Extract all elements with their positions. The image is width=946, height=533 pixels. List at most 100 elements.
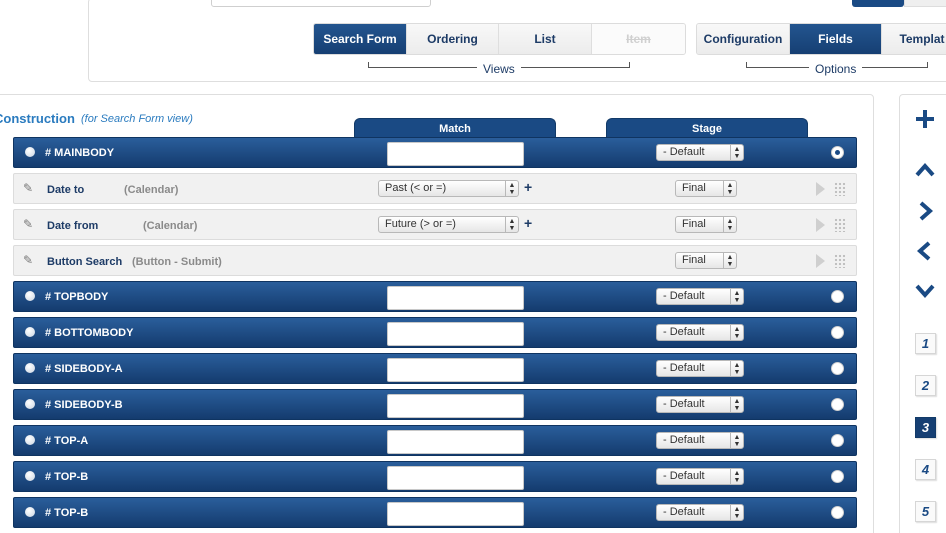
pencil-icon[interactable]: ✎ xyxy=(23,217,33,231)
section-row[interactable]: # TOPBODY - Default ▲ ▼ xyxy=(13,281,857,312)
field-row[interactable]: ✎ Date from (Calendar) Future (> or =) ▲ ▼… xyxy=(13,209,857,240)
section-name: # SIDEBODY-A xyxy=(45,363,123,375)
stage-select[interactable]: Final ▲ ▼ xyxy=(675,180,737,197)
match-input[interactable] xyxy=(387,466,524,490)
tab-fields[interactable]: Fields xyxy=(790,24,882,54)
page-1-button[interactable]: 1 xyxy=(915,333,936,354)
add-icon[interactable]: + xyxy=(524,179,532,195)
options-tab-group: Configuration Fields Templat xyxy=(696,23,946,55)
stage-select[interactable]: - Default ▲ ▼ xyxy=(656,396,744,413)
bullet-icon xyxy=(25,363,35,373)
stage-select-value: - Default xyxy=(663,398,705,410)
stage-select-value: - Default xyxy=(663,470,705,482)
page-4-button[interactable]: 4 xyxy=(915,459,936,480)
pencil-icon[interactable]: ✎ xyxy=(23,253,33,267)
top-secondary-button[interactable] xyxy=(904,0,946,7)
match-input[interactable] xyxy=(387,502,524,526)
field-row[interactable]: ✎ Date to (Calendar) Past (< or =) ▲ ▼ + F… xyxy=(13,173,857,204)
field-name: Date from xyxy=(47,220,99,232)
stage-select[interactable]: - Default ▲ ▼ xyxy=(656,432,744,449)
tab-list[interactable]: List xyxy=(499,24,592,54)
bullet-icon xyxy=(25,471,35,481)
bullet-icon xyxy=(25,399,35,409)
match-input[interactable] xyxy=(387,322,524,346)
stage-select[interactable]: - Default ▲ ▼ xyxy=(656,324,744,341)
move-arrow-icon[interactable] xyxy=(816,218,825,232)
tab-configuration[interactable]: Configuration xyxy=(697,24,790,54)
section-radio[interactable] xyxy=(831,434,844,447)
field-type: (Calendar) xyxy=(124,184,179,196)
section-radio[interactable] xyxy=(831,506,844,519)
arrow-left-icon[interactable] xyxy=(912,238,938,264)
select-arrows-icon: ▲ ▼ xyxy=(730,325,743,340)
stage-select[interactable]: - Default ▲ ▼ xyxy=(656,144,744,161)
stage-select-value: Final xyxy=(682,254,706,266)
field-name: Button Search xyxy=(47,256,123,268)
arrow-up-icon[interactable] xyxy=(912,158,938,184)
drag-handle-icon[interactable] xyxy=(834,218,846,232)
arrow-right-icon[interactable] xyxy=(912,198,938,224)
plus-icon[interactable] xyxy=(912,106,938,132)
page-2-button[interactable]: 2 xyxy=(915,375,936,396)
section-row[interactable]: # TOP-B - Default ▲ ▼ xyxy=(13,497,857,528)
section-radio[interactable] xyxy=(831,290,844,303)
section-row[interactable]: # SIDEBODY-A - Default ▲ ▼ xyxy=(13,353,857,384)
stage-select[interactable]: - Default ▲ ▼ xyxy=(656,288,744,305)
match-column-header: Match xyxy=(354,118,556,138)
match-input[interactable] xyxy=(387,286,524,310)
bullet-icon xyxy=(25,327,35,337)
field-name: Date to xyxy=(47,184,85,196)
top-action-button[interactable] xyxy=(852,0,904,7)
tab-templates[interactable]: Templat xyxy=(882,24,946,54)
stage-select-value: - Default xyxy=(663,434,705,446)
section-radio[interactable] xyxy=(831,470,844,483)
stage-select-value: - Default xyxy=(663,506,705,518)
pencil-icon[interactable]: ✎ xyxy=(23,181,33,195)
stage-select[interactable]: - Default ▲ ▼ xyxy=(656,468,744,485)
stage-select-value: Final xyxy=(682,182,706,194)
page-3-button[interactable]: 3 xyxy=(915,417,936,438)
section-row[interactable]: # TOP-B - Default ▲ ▼ xyxy=(13,461,857,492)
match-input[interactable] xyxy=(387,358,524,382)
section-row[interactable]: # BOTTOMBODY - Default ▲ ▼ xyxy=(13,317,857,348)
match-input[interactable] xyxy=(387,430,524,454)
options-caption: Options xyxy=(809,62,863,76)
field-type: (Button - Submit) xyxy=(132,256,222,268)
section-row[interactable]: # TOP-A - Default ▲ ▼ xyxy=(13,425,857,456)
section-radio[interactable] xyxy=(831,398,844,411)
field-row[interactable]: ✎ Button Search (Button - Submit) Final ▲… xyxy=(13,245,857,276)
select-arrows-icon: ▲ ▼ xyxy=(730,433,743,448)
move-arrow-icon[interactable] xyxy=(816,254,825,268)
match-select[interactable]: Future (> or =) ▲ ▼ xyxy=(378,216,519,233)
stage-select-value: Final xyxy=(682,218,706,230)
stage-select[interactable]: Final ▲ ▼ xyxy=(675,216,737,233)
bullet-icon xyxy=(25,147,35,157)
select-arrows-icon: ▲ ▼ xyxy=(730,145,743,160)
stage-select[interactable]: - Default ▲ ▼ xyxy=(656,360,744,377)
page-5-button[interactable]: 5 xyxy=(915,501,936,522)
section-radio[interactable] xyxy=(831,326,844,339)
drag-handle-icon[interactable] xyxy=(834,254,846,268)
stage-select[interactable]: Final ▲ ▼ xyxy=(675,252,737,269)
section-radio[interactable] xyxy=(831,362,844,375)
bullet-icon xyxy=(25,291,35,301)
match-input[interactable] xyxy=(387,142,524,166)
tab-ordering[interactable]: Ordering xyxy=(407,24,499,54)
match-input[interactable] xyxy=(387,394,524,418)
arrow-down-icon[interactable] xyxy=(912,277,938,303)
select-arrows-icon: ▲ ▼ xyxy=(730,397,743,412)
section-radio[interactable] xyxy=(831,146,844,159)
section-row[interactable]: # MAINBODY - Default ▲ ▼ xyxy=(13,137,857,168)
stage-select[interactable]: - Default ▲ ▼ xyxy=(656,504,744,521)
section-name: # MAINBODY xyxy=(45,147,115,159)
top-input[interactable] xyxy=(211,0,431,7)
stage-select-value: - Default xyxy=(663,362,705,374)
section-row[interactable]: # SIDEBODY-B - Default ▲ ▼ xyxy=(13,389,857,420)
match-select[interactable]: Past (< or =) ▲ ▼ xyxy=(378,180,519,197)
add-icon[interactable]: + xyxy=(524,215,532,231)
drag-handle-icon[interactable] xyxy=(834,182,846,196)
move-arrow-icon[interactable] xyxy=(816,182,825,196)
section-name: # BOTTOMBODY xyxy=(45,327,134,339)
select-arrows-icon: ▲ ▼ xyxy=(730,361,743,376)
tab-search-form[interactable]: Search Form xyxy=(314,24,407,54)
